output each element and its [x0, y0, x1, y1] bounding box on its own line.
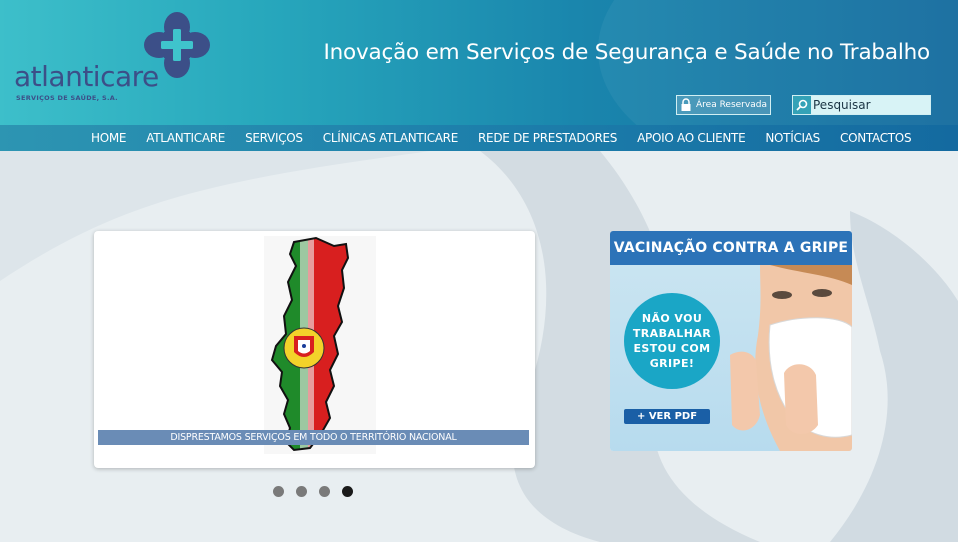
banner-image: NÃO VOU TRABALHAR ESTOU COM GRIPE! + VER…	[610, 265, 852, 451]
speech-bubble: NÃO VOU TRABALHAR ESTOU COM GRIPE!	[624, 293, 720, 389]
flu-vaccine-banner[interactable]: VACINAÇÃO CONTRA A GRIPE NÃO VOU TRABALH…	[610, 231, 852, 451]
slider-dot[interactable]	[296, 486, 307, 497]
header: atlanticare SERVIÇOS DE SAÚDE, S.A. Inov…	[0, 0, 958, 125]
reserved-area-label: Área Reservada	[696, 100, 767, 110]
banner-title: VACINAÇÃO CONTRA A GRIPE	[610, 231, 852, 265]
logo-text: atlanticare	[14, 60, 159, 93]
slider-dot[interactable]	[273, 486, 284, 497]
image-slider[interactable]: DISPRESTAMOS SERVIÇOS EM TODO O TERRITÓR…	[94, 231, 535, 468]
slider-dots	[273, 486, 353, 497]
nav-item-atlanticare[interactable]: ATLANTICARE	[136, 131, 235, 145]
reserved-area-button[interactable]: Área Reservada	[676, 95, 771, 115]
search-input[interactable]	[811, 96, 929, 114]
nav-item-contactos[interactable]: CONTACTOS	[830, 131, 921, 145]
logo-subtitle: SERVIÇOS DE SAÚDE, S.A.	[16, 94, 118, 102]
slide-caption: DISPRESTAMOS SERVIÇOS EM TODO O TERRITÓR…	[98, 430, 529, 445]
nav-item-rede-prestadores[interactable]: REDE DE PRESTADORES	[468, 131, 627, 145]
search-icon[interactable]	[793, 96, 811, 114]
nav-item-clinicas[interactable]: CLÍNICAS ATLANTICARE	[313, 131, 468, 145]
logo[interactable]: atlanticare SERVIÇOS DE SAÚDE, S.A.	[14, 12, 214, 107]
slider-dot-active[interactable]	[342, 486, 353, 497]
lock-icon	[681, 98, 691, 111]
page-tagline: Inovação em Serviços de Segurança e Saúd…	[323, 40, 930, 65]
slider-dot[interactable]	[319, 486, 330, 497]
search-box	[792, 95, 931, 115]
main-nav: HOME ATLANTICARE SERVIÇOS CLÍNICAS ATLAN…	[0, 125, 958, 151]
nav-item-apoio-cliente[interactable]: APOIO AO CLIENTE	[627, 131, 755, 145]
nav-item-servicos[interactable]: SERVIÇOS	[235, 131, 313, 145]
nav-item-noticias[interactable]: NOTÍCIAS	[755, 131, 830, 145]
portugal-map-image	[264, 236, 376, 454]
view-pdf-button[interactable]: + VER PDF	[624, 409, 710, 424]
nav-item-home[interactable]: HOME	[81, 131, 136, 145]
